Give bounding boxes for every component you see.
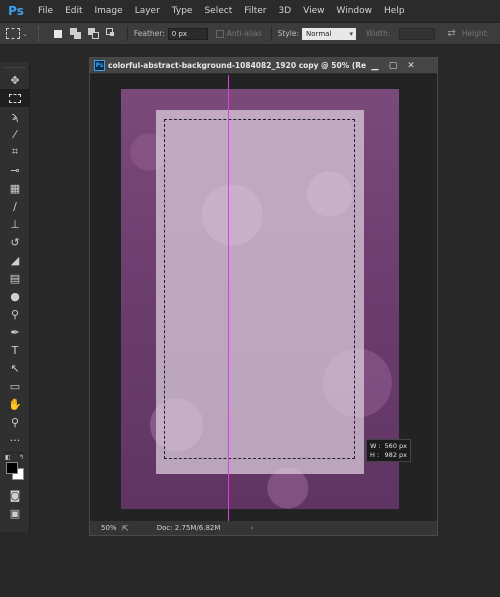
document-title: colorful-abstract-background-1084082_192… bbox=[108, 61, 366, 70]
swap-dimensions-icon[interactable]: ⇄ bbox=[447, 28, 455, 39]
tool-preset-icon[interactable] bbox=[6, 28, 20, 39]
gradient-tool-icon[interactable]: ▤ bbox=[0, 269, 30, 287]
magic-wand-tool-icon[interactable]: ⁄ bbox=[0, 125, 30, 143]
menu-select[interactable]: Select bbox=[198, 6, 238, 16]
background-image[interactable] bbox=[121, 89, 399, 509]
hand-tool-icon[interactable]: ✋ bbox=[0, 395, 30, 413]
color-swatches: ◧ ↰ bbox=[0, 454, 29, 486]
eraser-tool-icon[interactable]: ◢ bbox=[0, 251, 30, 269]
history-brush-tool-icon[interactable]: ↺ bbox=[0, 233, 30, 251]
separator bbox=[270, 26, 272, 41]
document-size-info: Doc: 2.75M/6.82M bbox=[156, 524, 221, 532]
white-rectangle-layer[interactable] bbox=[156, 110, 364, 474]
intersect-selection-icon[interactable] bbox=[105, 27, 118, 40]
lasso-tool-icon[interactable]: ϡ bbox=[0, 107, 30, 125]
status-bar: 50% ⇱ Doc: 2.75M/6.82M › bbox=[90, 521, 437, 535]
canvas[interactable]: W :560 px H : 982 px bbox=[90, 75, 437, 521]
feather-input[interactable]: 0 px bbox=[167, 27, 208, 40]
photoshop-document-icon: Ps bbox=[94, 60, 105, 71]
rectangle-tool-icon[interactable]: ▭ bbox=[0, 377, 30, 395]
width-tooltip-label: W : bbox=[370, 442, 381, 450]
quick-mask-icon[interactable]: ◙ bbox=[0, 486, 30, 504]
document-titlebar[interactable]: Ps colorful-abstract-background-1084082_… bbox=[90, 58, 437, 74]
separator bbox=[5, 452, 24, 453]
zoom-level[interactable]: 50% bbox=[90, 524, 120, 532]
width-input[interactable] bbox=[399, 27, 436, 40]
screen-mode-icon[interactable]: ▣ bbox=[0, 504, 30, 522]
menu-image[interactable]: Image bbox=[89, 6, 129, 16]
more-tools-icon[interactable]: ··· bbox=[0, 431, 30, 449]
close-button[interactable]: ✕ bbox=[402, 61, 420, 71]
add-to-selection-icon[interactable] bbox=[69, 27, 82, 40]
dimensions-tooltip: W :560 px H : 982 px bbox=[366, 439, 411, 462]
selection-marquee[interactable] bbox=[164, 119, 355, 459]
menu-edit[interactable]: Edit bbox=[59, 6, 88, 16]
vertical-guide[interactable] bbox=[228, 75, 229, 521]
default-colors-icon[interactable]: ◧ bbox=[5, 454, 11, 461]
menu-help[interactable]: Help bbox=[378, 6, 411, 16]
separator bbox=[126, 26, 128, 41]
menu-window[interactable]: Window bbox=[331, 6, 379, 16]
zoom-tool-icon[interactable]: ⚲ bbox=[0, 413, 30, 431]
menu-layer[interactable]: Layer bbox=[129, 6, 166, 16]
photoshop-logo-icon: Ps bbox=[8, 4, 24, 18]
options-grip bbox=[37, 26, 42, 41]
brush-tool-icon[interactable]: ∕ bbox=[0, 197, 30, 215]
dodge-tool-icon[interactable]: ⚲ bbox=[0, 305, 30, 323]
height-tooltip-value: 982 px bbox=[384, 451, 407, 459]
height-tooltip-label: H : bbox=[370, 451, 380, 459]
maximize-button[interactable]: ▢ bbox=[384, 61, 402, 71]
menu-type[interactable]: Type bbox=[166, 6, 199, 16]
chevron-down-icon[interactable]: ⌄ bbox=[22, 30, 28, 38]
move-tool-icon[interactable]: ✥ bbox=[0, 71, 30, 89]
subtract-from-selection-icon[interactable] bbox=[87, 27, 100, 40]
export-icon[interactable]: ⇱ bbox=[122, 524, 129, 533]
crop-tool-icon[interactable]: ⌗ bbox=[0, 143, 30, 161]
width-tooltip-value: 560 px bbox=[384, 442, 407, 450]
rectangular-marquee-tool-icon[interactable] bbox=[0, 89, 30, 107]
menu-bar: Ps File Edit Image Layer Type Select Fil… bbox=[0, 0, 500, 22]
toolbar-grip bbox=[4, 62, 25, 68]
menu-view[interactable]: View bbox=[297, 6, 330, 16]
antialias-label: Anti-alias bbox=[226, 29, 262, 38]
tools-panel: ✥ ϡ ⁄ ⌗ ⊸ ▦ ∕ ⊥ ↺ ◢ ▤ ● ⚲ ✒ T ↖ ▭ ✋ ⚲ ··… bbox=[0, 62, 30, 532]
width-label: Width: bbox=[366, 29, 391, 38]
minimize-button[interactable]: ▁ bbox=[366, 61, 384, 71]
document-window: Ps colorful-abstract-background-1084082_… bbox=[89, 57, 438, 536]
swap-colors-icon[interactable]: ↰ bbox=[19, 454, 24, 461]
menu-3d[interactable]: 3D bbox=[273, 6, 298, 16]
options-bar: ⌄ Feather: 0 px Anti-alias Style: Normal… bbox=[0, 22, 500, 45]
healing-brush-tool-icon[interactable]: ▦ bbox=[0, 179, 30, 197]
new-selection-icon[interactable] bbox=[53, 29, 62, 38]
status-menu-arrow[interactable]: › bbox=[250, 524, 253, 532]
pen-tool-icon[interactable]: ✒ bbox=[0, 323, 30, 341]
style-select[interactable]: Normal bbox=[302, 27, 357, 40]
eyedropper-tool-icon[interactable]: ⊸ bbox=[0, 161, 30, 179]
foreground-color-swatch[interactable] bbox=[6, 462, 18, 474]
style-label: Style: bbox=[277, 29, 300, 38]
menu-file[interactable]: File bbox=[32, 6, 59, 16]
antialias-checkbox[interactable] bbox=[215, 29, 224, 38]
feather-label: Feather: bbox=[133, 29, 165, 38]
type-tool-icon[interactable]: T bbox=[0, 341, 30, 359]
menu-filter[interactable]: Filter bbox=[238, 6, 272, 16]
path-selection-tool-icon[interactable]: ↖ bbox=[0, 359, 30, 377]
blur-tool-icon[interactable]: ● bbox=[0, 287, 30, 305]
clone-stamp-tool-icon[interactable]: ⊥ bbox=[0, 215, 30, 233]
height-label: Height: bbox=[461, 29, 490, 38]
